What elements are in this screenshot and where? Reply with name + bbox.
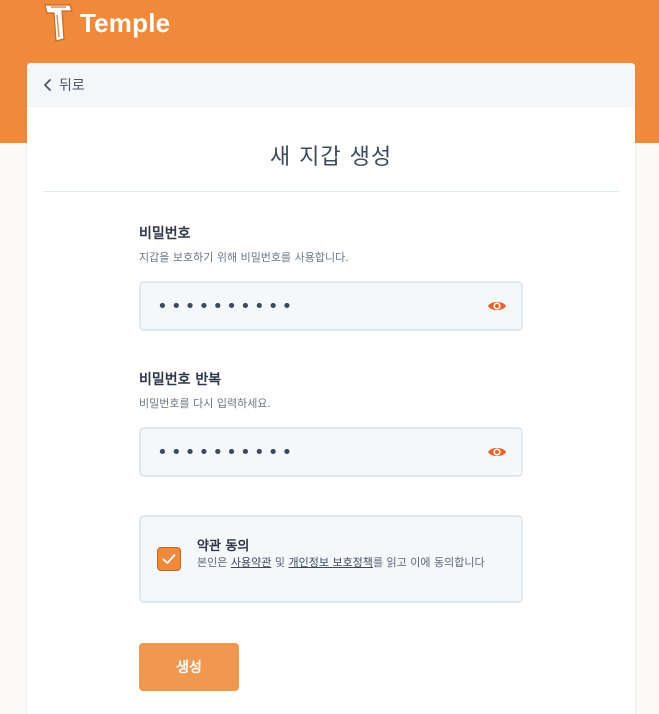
password-repeat-input[interactable] (141, 429, 521, 475)
terms-of-use-link[interactable]: 사용약관 (231, 556, 271, 569)
create-button[interactable]: 생성 (139, 643, 239, 691)
terms-text-prefix: 본인은 (197, 556, 231, 569)
terms-text: 본인은 사용약관 및 개인정보 보호정책를 읽고 이에 동의합니다 (197, 555, 507, 570)
password-label: 비밀번호 (139, 226, 191, 242)
terms-agreement-box: 약관 동의 본인은 사용약관 및 개인정보 보호정책를 읽고 이에 동의합니다 (139, 515, 523, 603)
checkmark-icon (162, 554, 176, 564)
title-divider (43, 191, 619, 192)
password-repeat-box (139, 427, 523, 477)
main-card: 뒤로 새 지갑 생성 비밀번호 지갑을 보호하기 위해 비밀번호를 사용합니다.… (27, 63, 635, 714)
brand-logo: Temple (42, 2, 170, 44)
password-repeat-label: 비밀번호 반복 (139, 372, 222, 388)
chevron-left-icon (44, 78, 51, 91)
password-repeat-description: 비밀번호를 다시 입력하세요. (139, 397, 271, 410)
brand-name: Temple (80, 7, 171, 38)
page-title: 새 지갑 생성 (269, 145, 393, 170)
back-label: 뒤로 (59, 77, 85, 94)
back-bar: 뒤로 (27, 63, 635, 107)
password-input[interactable] (141, 283, 521, 329)
password-box (139, 281, 523, 331)
password-description: 지갑을 보호하기 위해 비밀번호를 사용합니다. (139, 251, 349, 264)
show-password-repeat-eye-icon[interactable] (487, 445, 507, 459)
privacy-policy-link[interactable]: 개인정보 보호정책 (288, 556, 372, 569)
terms-title: 약관 동의 (197, 539, 250, 554)
terms-checkbox[interactable] (157, 547, 181, 571)
terms-text-suffix: 를 읽고 이에 동의합니다 (372, 556, 485, 569)
show-password-eye-icon[interactable] (487, 299, 507, 313)
password-repeat-field-group: 비밀번호 반복 비밀번호를 다시 입력하세요. (139, 369, 523, 477)
back-button[interactable]: 뒤로 (43, 75, 85, 95)
temple-logo-icon (44, 4, 73, 42)
terms-text-and: 및 (271, 556, 289, 569)
password-field-group: 비밀번호 지갑을 보호하기 위해 비밀번호를 사용합니다. (139, 223, 523, 331)
